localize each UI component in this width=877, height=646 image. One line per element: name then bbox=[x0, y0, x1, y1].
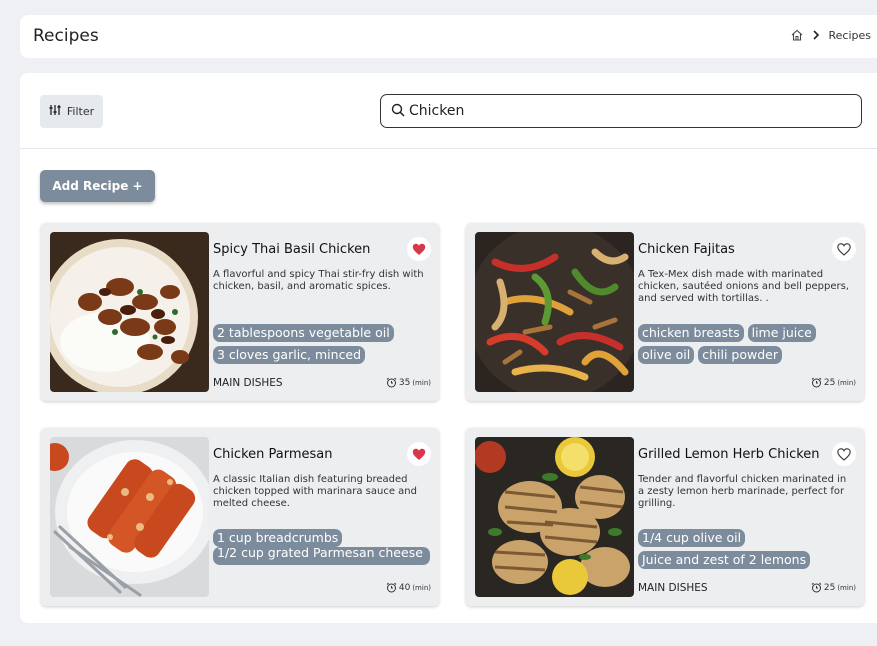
filter-label: Filter bbox=[66, 105, 95, 118]
sliders-icon bbox=[49, 104, 61, 119]
ingredient-list: 1 cup breadcrumbs 1/2 cup grated Parmesa… bbox=[213, 529, 431, 565]
page-title: Recipes bbox=[33, 26, 99, 46]
alarm-clock-icon bbox=[811, 582, 822, 593]
recipe-title: Grilled Lemon Herb Chicken bbox=[638, 447, 820, 462]
time-unit: (min) bbox=[837, 378, 856, 387]
heart-filled-icon bbox=[412, 448, 426, 460]
ingredient-list: chicken breasts lime juice olive oil chi… bbox=[638, 324, 856, 364]
favorite-button[interactable] bbox=[832, 237, 856, 261]
recipe-title: Spicy Thai Basil Chicken bbox=[213, 242, 371, 257]
ingredient-chip: 2 tablespoons vegetable oil bbox=[213, 324, 394, 342]
ingredient-list: 1/4 cup olive oil Juice and zest of 2 le… bbox=[638, 529, 856, 569]
recipe-description: A Tex-Mex dish made with marinated chick… bbox=[638, 269, 849, 304]
recipe-image bbox=[475, 437, 634, 597]
time-unit: (min) bbox=[412, 583, 431, 592]
heart-outline-icon bbox=[837, 447, 851, 461]
alarm-clock-icon bbox=[811, 377, 822, 388]
time-unit: (min) bbox=[412, 378, 431, 387]
heart-outline-icon bbox=[837, 242, 851, 256]
recipe-description: Tender and flavorful chicken marinated i… bbox=[638, 474, 847, 509]
ingredient-chip: 1/2 cup grated Parmesan cheese bbox=[213, 547, 430, 565]
favorite-button[interactable] bbox=[407, 237, 431, 261]
search-input[interactable] bbox=[409, 103, 829, 119]
favorite-button[interactable] bbox=[832, 442, 856, 466]
alarm-clock-icon bbox=[386, 377, 397, 388]
time-value: 35 bbox=[398, 377, 411, 388]
recipe-title: Chicken Parmesan bbox=[213, 447, 333, 462]
page-header: Recipes Recipes bbox=[20, 15, 877, 58]
breadcrumb-current: Recipes bbox=[828, 28, 871, 42]
ingredient-list: 2 tablespoons vegetable oil 3 cloves gar… bbox=[213, 324, 431, 364]
main-content: Filter Add Recipe + bbox=[20, 73, 877, 623]
add-recipe-button[interactable]: Add Recipe + bbox=[40, 170, 155, 202]
alarm-clock-icon bbox=[386, 582, 397, 593]
recipe-description: A flavorful and spicy Thai stir-fry dish… bbox=[213, 269, 424, 292]
ingredient-chip: lime juice bbox=[747, 324, 816, 342]
filter-button[interactable]: Filter bbox=[40, 95, 103, 128]
recipe-image bbox=[50, 437, 209, 597]
recipe-time: 40 (min) bbox=[386, 582, 431, 593]
home-icon[interactable] bbox=[790, 28, 804, 42]
ingredient-chip: olive oil bbox=[638, 346, 695, 364]
breadcrumb: Recipes bbox=[790, 28, 871, 42]
ingredient-chip: Juice and zest of 2 lemons bbox=[638, 551, 811, 569]
recipe-time: 35 (min) bbox=[386, 377, 431, 388]
ingredient-chip: chili powder bbox=[698, 346, 783, 364]
ingredient-chip: 1/4 cup olive oil bbox=[638, 529, 746, 547]
heart-filled-icon bbox=[412, 243, 426, 255]
chevron-right-icon bbox=[812, 30, 820, 40]
recipe-card[interactable]: Spicy Thai Basil Chicken A flavorful and… bbox=[41, 223, 439, 401]
recipe-card[interactable]: Chicken Fajitas A Tex-Mex dish made with… bbox=[466, 223, 864, 401]
recipe-time: 25 (min) bbox=[811, 582, 856, 593]
time-value: 25 bbox=[823, 582, 836, 593]
recipe-category: MAIN DISHES bbox=[213, 377, 283, 389]
favorite-button[interactable] bbox=[407, 442, 431, 466]
search-box[interactable] bbox=[380, 94, 862, 128]
recipe-image bbox=[475, 232, 634, 392]
recipe-title: Chicken Fajitas bbox=[638, 242, 735, 257]
ingredient-chip: 3 cloves garlic, minced bbox=[213, 346, 366, 364]
search-icon bbox=[391, 102, 405, 121]
recipe-time: 25 (min) bbox=[811, 377, 856, 388]
divider bbox=[20, 148, 877, 149]
time-unit: (min) bbox=[837, 583, 856, 592]
recipe-card[interactable]: Grilled Lemon Herb Chicken Tender and fl… bbox=[466, 428, 864, 606]
time-value: 40 bbox=[398, 582, 411, 593]
recipe-category: MAIN DISHES bbox=[638, 582, 708, 594]
recipe-description: A classic Italian dish featuring breaded… bbox=[213, 474, 417, 509]
recipe-card[interactable]: Chicken Parmesan A classic Italian dish … bbox=[41, 428, 439, 606]
time-value: 25 bbox=[823, 377, 836, 388]
ingredient-chip: chicken breasts bbox=[638, 324, 744, 342]
ingredient-chip: 1 cup breadcrumbs bbox=[213, 529, 343, 547]
recipe-image bbox=[50, 232, 209, 392]
